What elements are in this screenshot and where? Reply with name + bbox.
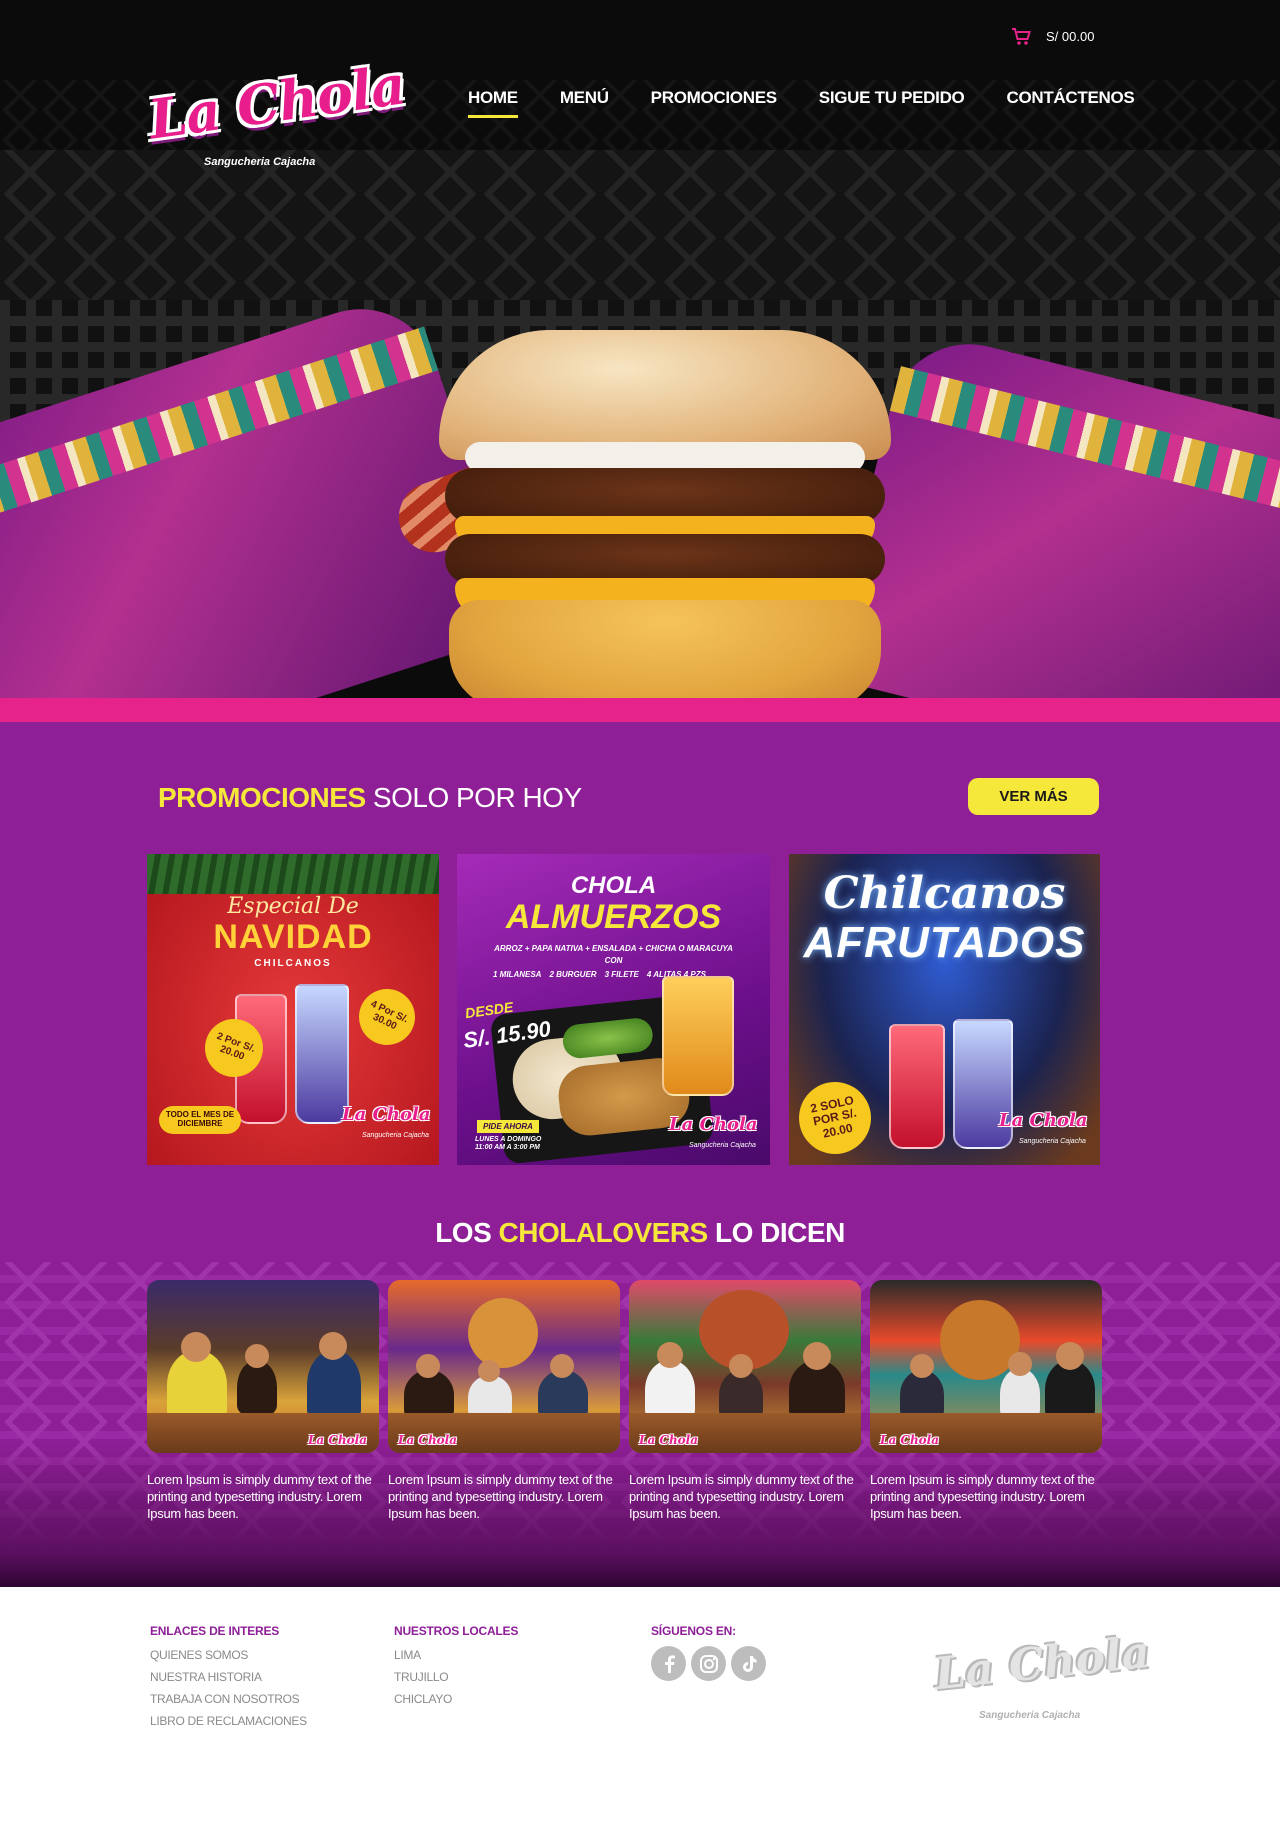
footer-logo[interactable]: La Chola Sangucheria Cajacha bbox=[932, 1627, 1153, 1721]
footer-link-reclamaciones[interactable]: LIBRO DE RECLAMACIONES bbox=[150, 1710, 307, 1732]
tiktok-icon[interactable] bbox=[731, 1646, 766, 1681]
see-more-button[interactable]: VER MÁS bbox=[968, 778, 1099, 815]
lovers-photo[interactable]: La Chola bbox=[388, 1280, 620, 1453]
brand-logo[interactable]: La Chola Sangucheria Cajacha bbox=[145, 52, 409, 174]
promo-card-chilcanos[interactable]: Chilcanos AFRUTADOS 2 SOLO POR S/. 20.00… bbox=[789, 854, 1100, 1165]
pink-divider bbox=[0, 698, 1280, 722]
lovers-title: LOS CHOLALOVERS LO DICEN bbox=[435, 1217, 845, 1248]
testimonial-text: Lorem Ipsum is simply dummy text of the … bbox=[388, 1472, 613, 1521]
lovers-photo[interactable]: La Chola bbox=[870, 1280, 1102, 1453]
footer-location-trujillo[interactable]: TRUJILLO bbox=[394, 1666, 518, 1688]
lovers-photo[interactable]: La Chola bbox=[147, 1280, 379, 1453]
footer-location-lima[interactable]: LIMA bbox=[394, 1644, 518, 1666]
cart-total[interactable]: S/ 00.00 bbox=[1046, 29, 1094, 44]
footer-locations-title: NUESTROS LOCALES bbox=[394, 1624, 519, 1638]
footer-location-chiclayo[interactable]: CHICLAYO bbox=[394, 1688, 518, 1710]
footer-link-trabaja[interactable]: TRABAJA CON NOSOTROS bbox=[150, 1688, 307, 1710]
nav-sigue-tu-pedido[interactable]: SIGUE TU PEDIDO bbox=[819, 88, 965, 108]
promo-card-almuerzos[interactable]: CHOLA ALMUERZOS ARROZ + PAPA NATIVA + EN… bbox=[457, 854, 770, 1165]
promotions-title: PROMOCIONES SOLO POR HOY bbox=[158, 782, 582, 813]
testimonial-text: Lorem Ipsum is simply dummy text of the … bbox=[629, 1472, 854, 1521]
testimonial-text: Lorem Ipsum is simply dummy text of the … bbox=[870, 1472, 1095, 1521]
promo-card-navidad[interactable]: Especial De NAVIDAD CHILCANOS 2 Por S/. … bbox=[147, 854, 439, 1165]
nav-home[interactable]: HOME bbox=[468, 88, 518, 118]
testimonial-text: Lorem Ipsum is simply dummy text of the … bbox=[147, 1472, 372, 1521]
instagram-icon[interactable] bbox=[691, 1646, 726, 1681]
footer-links: ENLACES DE INTERES QUIENES SOMOS NUESTRA… bbox=[150, 1624, 307, 1732]
option-burguer: 2 BURGUER bbox=[549, 970, 597, 979]
nav-contactenos[interactable]: CONTÁCTENOS bbox=[1006, 88, 1134, 108]
logo-subtitle: Sangucheria Cajacha bbox=[204, 156, 316, 168]
main-nav: HOME MENÚ PROMOCIONES SIGUE TU PEDIDO CO… bbox=[468, 88, 1176, 118]
footer-link-nuestra-historia[interactable]: NUESTRA HISTORIA bbox=[150, 1666, 307, 1688]
cart-icon[interactable] bbox=[1011, 26, 1031, 46]
hero-burger-image bbox=[389, 330, 905, 698]
footer-locations: NUESTROS LOCALES LIMA TRUJILLO CHICLAYO bbox=[394, 1624, 518, 1710]
nav-menu[interactable]: MENÚ bbox=[560, 88, 609, 108]
footer-logo-subtitle: Sangucheria Cajacha bbox=[979, 1710, 1081, 1721]
footer-links-title: ENLACES DE INTERES bbox=[150, 1624, 280, 1638]
lovers-photo[interactable]: La Chola bbox=[629, 1280, 861, 1453]
facebook-icon[interactable] bbox=[651, 1646, 686, 1681]
footer-social-title: SÍGUENOS EN: bbox=[651, 1624, 736, 1638]
nav-promociones[interactable]: PROMOCIONES bbox=[651, 88, 777, 108]
option-milanesa: 1 MILANESA bbox=[493, 970, 542, 979]
option-filete: 3 FILETE bbox=[604, 970, 639, 979]
footer-social: SÍGUENOS EN: bbox=[651, 1624, 766, 1681]
footer-link-quienes-somos[interactable]: QUIENES SOMOS bbox=[150, 1644, 307, 1666]
